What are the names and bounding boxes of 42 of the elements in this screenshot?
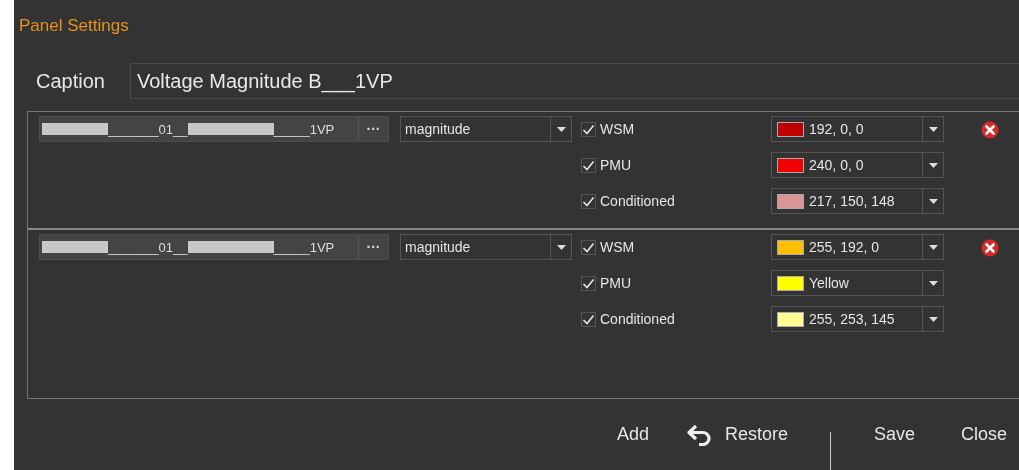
redaction-bar — [42, 123, 108, 135]
restore-button[interactable]: Restore — [686, 423, 788, 446]
add-button[interactable]: Add — [616, 424, 649, 445]
color-dropdown[interactable]: Yellow — [771, 270, 944, 296]
check-icon — [582, 123, 595, 135]
caret-icon — [928, 244, 938, 250]
series-checkbox[interactable]: PMU — [581, 275, 760, 291]
remove-icon[interactable] — [981, 121, 999, 139]
caret-icon — [928, 316, 938, 322]
caret-icon — [556, 244, 566, 250]
quantity-dropdown[interactable]: magnitude — [400, 234, 572, 260]
check-icon — [582, 313, 595, 325]
series-checkbox[interactable]: PMU — [581, 157, 760, 173]
caption-field[interactable]: Voltage Magnitude B___1VP — [130, 63, 1019, 99]
caret-icon — [928, 162, 938, 168]
color-dropdown[interactable]: 240, 0, 0 — [771, 152, 944, 178]
path-text: _______01__ — [108, 121, 188, 137]
check-icon — [582, 195, 595, 207]
color-dropdown[interactable]: 255, 192, 0 — [771, 234, 944, 260]
series-checkbox[interactable]: Conditioned — [581, 193, 760, 209]
window-title: Panel Settings — [18, 15, 130, 37]
quantity-dropdown[interactable]: magnitude — [400, 116, 572, 142]
undo-icon — [686, 423, 713, 446]
series-checkbox[interactable]: Conditioned — [581, 311, 760, 327]
caption-label: Caption — [36, 69, 106, 93]
check-icon — [582, 277, 595, 289]
color-dropdown[interactable]: 192, 0, 0 — [771, 116, 944, 142]
path-text: _______01__ — [108, 239, 188, 255]
check-icon — [582, 241, 595, 253]
series-checkbox[interactable]: WSM — [581, 239, 760, 255]
redaction-bar — [42, 241, 108, 253]
color-dropdown[interactable]: 255, 253, 145 — [771, 306, 944, 332]
remove-icon[interactable] — [981, 239, 999, 257]
close-button[interactable]: Close — [960, 424, 1007, 445]
caret-icon — [556, 126, 566, 132]
series-checkbox[interactable]: WSM — [581, 121, 760, 137]
caret-icon — [928, 126, 938, 132]
color-dropdown[interactable]: 217, 150, 148 — [771, 188, 944, 214]
check-icon — [582, 159, 595, 171]
save-button[interactable]: Save — [873, 424, 915, 445]
caret-icon — [928, 198, 938, 204]
caret-icon — [928, 280, 938, 286]
